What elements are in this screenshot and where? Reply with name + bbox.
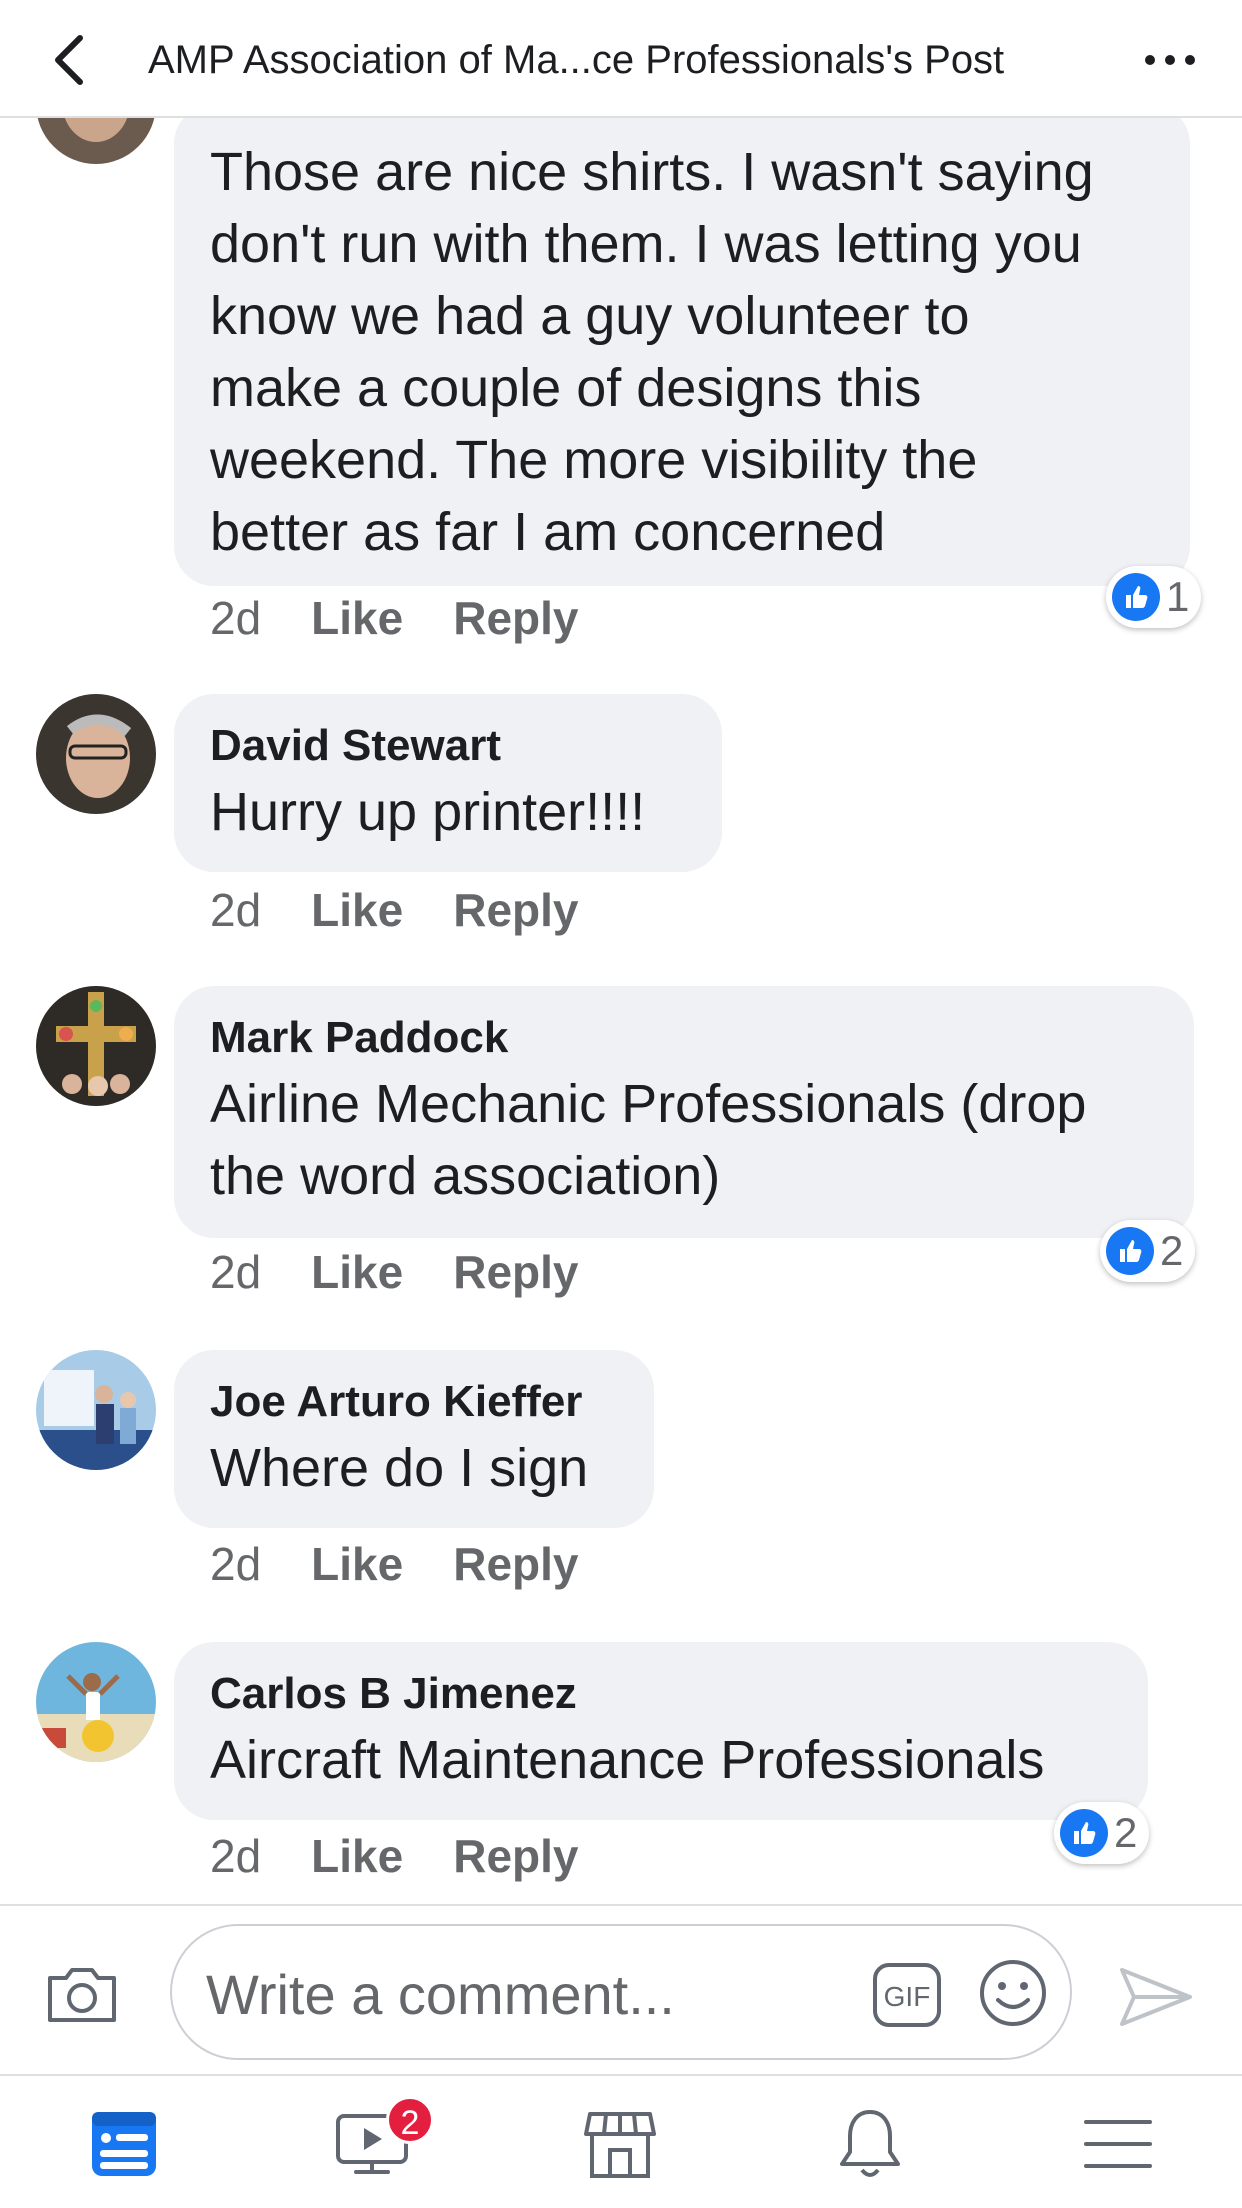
comment-text-line: weekend. The more visibility the	[210, 430, 978, 490]
comment-text-line: better as far I am concerned	[210, 502, 886, 562]
avatar[interactable]	[36, 986, 156, 1106]
bottom-tab-bar: 2	[0, 2074, 1242, 2208]
comment-text-line: Aircraft Maintenance Professionals	[210, 1730, 1045, 1790]
avatar[interactable]	[36, 1350, 156, 1470]
reply-button[interactable]: Reply	[453, 880, 578, 940]
reaction-count-label: 1	[1166, 573, 1190, 620]
comment-bubble[interactable]: David Stewart Hurry up printer!!!!	[174, 694, 722, 872]
comment-timestamp: 2d	[210, 884, 262, 936]
gif-label: GIF	[884, 1981, 931, 2012]
comment-author[interactable]: Carlos B Jimenez	[210, 1664, 1112, 1724]
gif-icon: GIF	[873, 1963, 941, 2027]
hamburger-menu-icon	[1084, 2120, 1152, 2168]
news-feed-icon	[92, 2112, 156, 2176]
comment-timestamp: 2d	[210, 1830, 262, 1882]
comment-timestamp: 2d	[210, 1246, 262, 1298]
reply-button[interactable]: Reply	[453, 1242, 578, 1302]
comment-text-line: make a couple of designs this	[210, 358, 922, 418]
comment-text-line: don't run with them. I was letting you	[210, 214, 1082, 274]
thumbs-up-icon	[1112, 573, 1160, 621]
emoji-button[interactable]	[978, 1958, 1048, 2028]
avatar[interactable]	[36, 1642, 156, 1762]
reaction-count-label: 2	[1114, 1809, 1138, 1856]
avatar-image	[36, 1642, 156, 1762]
like-button[interactable]: Like	[311, 1826, 403, 1886]
comment-text-line: the word association)	[210, 1146, 721, 1206]
comment-text-line: Those are nice shirts. I wasn't saying	[210, 142, 1094, 202]
comment-author[interactable]: David Stewart	[210, 716, 686, 776]
tab-marketplace[interactable]	[580, 2104, 660, 2184]
like-button[interactable]: Like	[311, 880, 403, 940]
chevron-left-icon	[55, 35, 83, 85]
reply-button[interactable]: Reply	[453, 1826, 578, 1886]
send-arrow-icon	[1120, 1968, 1192, 2026]
comment-input-placeholder: Write a comment...	[206, 1963, 675, 2026]
like-button[interactable]: Like	[311, 1534, 403, 1594]
comment-author[interactable]: Mark Paddock	[210, 1008, 1158, 1068]
comment-author[interactable]: Joe Arturo Kieffer	[210, 1372, 618, 1432]
reaction-count[interactable]: 1	[1106, 566, 1202, 628]
camera-button[interactable]	[44, 1962, 120, 2026]
comment-bubble[interactable]: Mark Paddock Airline Mechanic Profession…	[174, 986, 1194, 1238]
comment-text-line: Where do I sign	[210, 1438, 589, 1498]
bell-icon	[840, 2110, 900, 2177]
tab-news-feed[interactable]	[84, 2104, 164, 2184]
comment-text-line: Airline Mechanic Professionals (drop	[210, 1074, 1087, 1134]
camera-icon	[48, 1968, 116, 2022]
thumbs-up-icon	[1060, 1809, 1108, 1857]
tab-menu[interactable]	[1078, 2104, 1158, 2184]
notification-badge: 2	[386, 2096, 434, 2144]
reply-button[interactable]: Reply	[453, 588, 578, 648]
avatar-image	[36, 1350, 156, 1470]
send-button[interactable]	[1118, 1964, 1194, 2030]
comment-actions: 2d Like Reply	[210, 880, 578, 940]
comment-actions: 2d Like Reply	[210, 1534, 578, 1594]
like-button[interactable]: Like	[311, 1242, 403, 1302]
reply-button[interactable]: Reply	[453, 1534, 578, 1594]
comment-input[interactable]: Write a comment... GIF	[170, 1924, 1072, 2060]
more-dots-icon	[1145, 55, 1195, 65]
avatar-image	[36, 694, 156, 814]
smiley-icon	[980, 1960, 1046, 2026]
reaction-count[interactable]: 2	[1100, 1220, 1196, 1282]
comment-composer: Write a comment... GIF	[0, 1904, 1242, 2074]
back-button[interactable]	[44, 28, 100, 92]
more-options-button[interactable]	[1140, 38, 1200, 82]
comment-bubble[interactable]: Joe Arturo Kieffer Where do I sign	[174, 1350, 654, 1528]
avatar[interactable]	[36, 694, 156, 814]
comment-timestamp: 2d	[210, 1538, 262, 1590]
comment-text-line: Hurry up printer!!!!	[210, 782, 646, 842]
tab-notifications[interactable]	[830, 2104, 910, 2184]
comment-bubble[interactable]: Carlos B Jimenez Aircraft Maintenance Pr…	[174, 1642, 1148, 1820]
comment-bubble[interactable]: Those are nice shirts. I wasn't saying d…	[174, 104, 1190, 586]
page-title: AMP Association of Ma...ce Professionals…	[148, 38, 1005, 82]
comment-actions: 2d Like Reply	[210, 1826, 578, 1886]
top-nav-bar: AMP Association of Ma...ce Professionals…	[0, 0, 1242, 118]
gif-button[interactable]: GIF	[872, 1962, 942, 2028]
marketplace-store-icon	[584, 2112, 656, 2178]
comment-actions: 2d Like Reply	[210, 1242, 578, 1302]
reaction-count[interactable]: 2	[1054, 1802, 1150, 1864]
reaction-count-label: 2	[1160, 1227, 1184, 1274]
thumbs-up-icon	[1106, 1227, 1154, 1275]
comment-timestamp: 2d	[210, 592, 262, 644]
like-button[interactable]: Like	[311, 588, 403, 648]
comment-text-line: know we had a guy volunteer to	[210, 286, 970, 346]
comment-actions: 2d Like Reply	[210, 588, 578, 648]
avatar-image	[36, 986, 156, 1106]
